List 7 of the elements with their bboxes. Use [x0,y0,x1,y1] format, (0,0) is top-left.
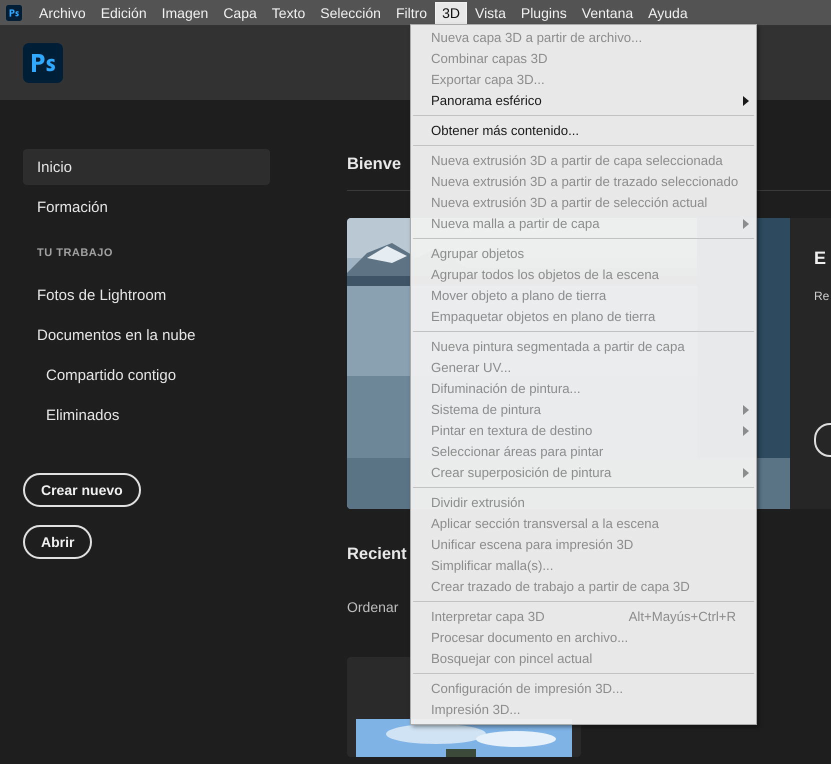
welcome-title: Bienve [347,155,402,175]
hero-title: E [814,248,828,269]
section-heading: TU TRABAJO [36,246,114,261]
sort-label: Ordenar [347,599,398,615]
hero-text: Re [814,289,830,303]
shortcut-label: Alt+Mayús+Ctrl+R [628,609,736,624]
recent-title: Recient [347,545,407,565]
